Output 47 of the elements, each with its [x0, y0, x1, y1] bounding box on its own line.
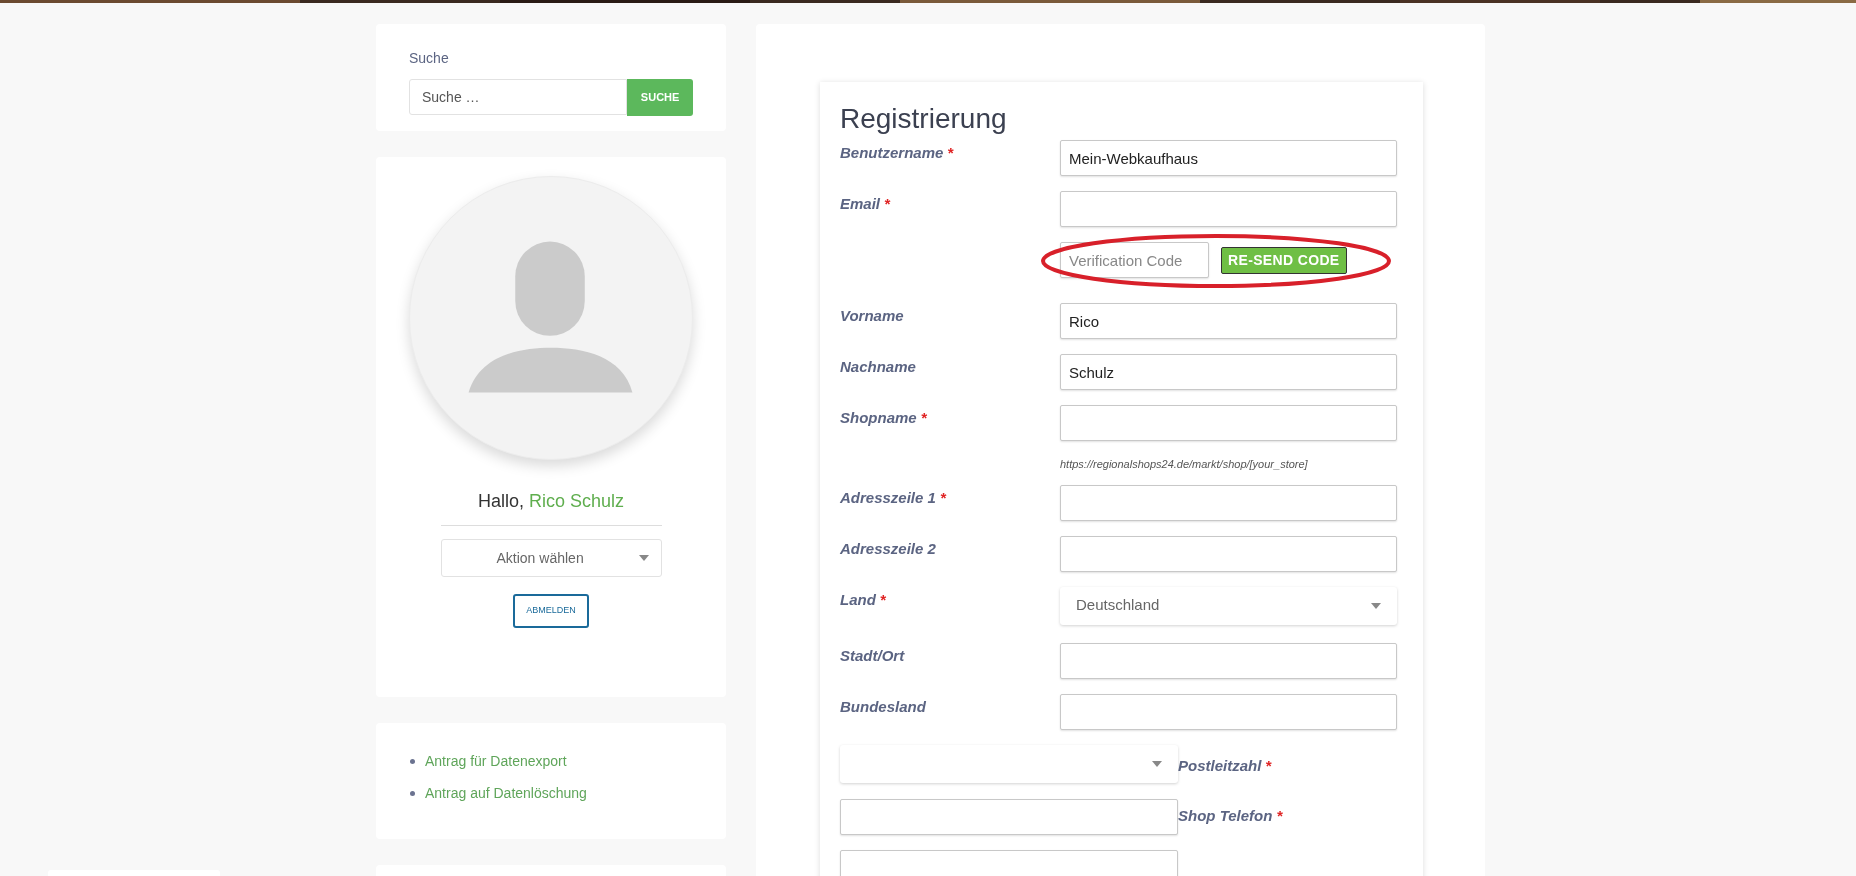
- text-field[interactable]: Rico: [1060, 303, 1397, 339]
- field-label: Nachname: [840, 357, 916, 377]
- field-label: Stadt/Ort: [840, 645, 905, 666]
- text-field[interactable]: [1060, 642, 1397, 679]
- postcode-select[interactable]: [840, 744, 1178, 783]
- required-mark: *: [939, 487, 946, 508]
- required-mark: *: [884, 194, 890, 214]
- form-title: Registrierung: [840, 102, 1008, 136]
- text-field[interactable]: [840, 798, 1178, 835]
- field-label: Benutzername: [840, 143, 944, 163]
- caret-icon: [1371, 602, 1381, 609]
- caret-icon: [638, 555, 649, 561]
- text-field[interactable]: [1060, 191, 1397, 227]
- required-mark: *: [1276, 805, 1283, 826]
- text-field[interactable]: [1060, 405, 1397, 441]
- field-label: Bundesland: [840, 696, 926, 717]
- field-label: Land: [840, 589, 876, 610]
- field-label: Postleitzahl: [1178, 755, 1262, 776]
- text-field[interactable]: [840, 849, 1178, 876]
- field-label: Email: [840, 194, 881, 214]
- action-select[interactable]: Aktion wählen: [440, 539, 662, 577]
- text-field[interactable]: [1060, 535, 1397, 572]
- required-mark: *: [879, 589, 886, 610]
- text-field[interactable]: Mein-Webkaufhaus: [1060, 140, 1397, 176]
- text-field[interactable]: [1060, 484, 1397, 521]
- greeting-text: Hallo, Rico Schulz: [477, 490, 625, 513]
- required-mark: *: [920, 408, 927, 428]
- required-mark: *: [947, 143, 954, 163]
- caret-icon: [1152, 760, 1162, 767]
- search-label: Suche: [409, 49, 449, 68]
- field-label: Shop Telefon: [1178, 805, 1273, 826]
- text-field[interactable]: Schulz: [1060, 354, 1397, 390]
- text-field[interactable]: [1060, 693, 1397, 730]
- country-select[interactable]: Deutschland: [1060, 586, 1397, 625]
- search-field[interactable]: Suche …: [409, 79, 628, 115]
- bullet-icon: [410, 758, 415, 764]
- request-link[interactable]: Antrag für Datenexport: [425, 750, 567, 772]
- field-label: Vorname: [840, 306, 904, 326]
- request-link[interactable]: Antrag auf Datenlöschung: [425, 782, 587, 804]
- field-label: Adresszeile 2: [840, 538, 936, 559]
- bullet-icon: [410, 790, 415, 796]
- field-label: Adresszeile 1: [840, 487, 936, 508]
- required-mark: *: [1265, 755, 1272, 776]
- verification-code-field[interactable]: Verification Code: [1060, 242, 1209, 278]
- field-label: Shopname: [840, 408, 917, 428]
- shop-url-hint: https://regionalshops24.de/markt/shop/[your_store]: [1060, 457, 1308, 472]
- logout-button[interactable]: ABMELDEN: [513, 594, 589, 628]
